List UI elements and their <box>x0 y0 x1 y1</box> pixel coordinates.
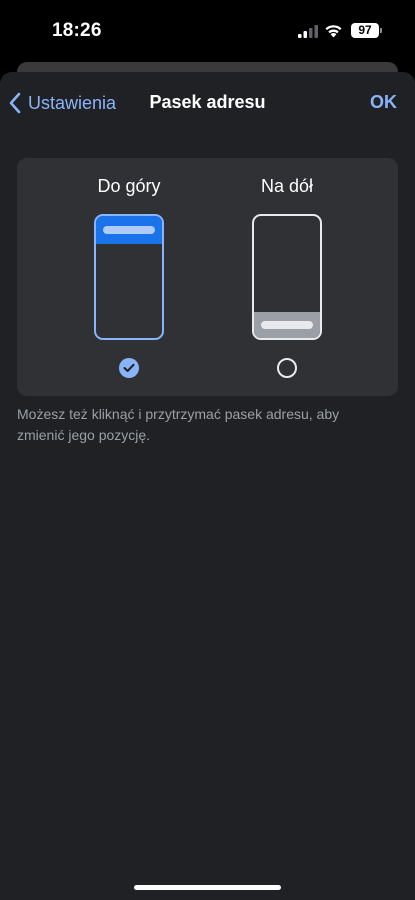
screen: 18:26 97 Ustawienia Pasek adresu OK Do g… <box>0 0 415 900</box>
phone-preview-top-icon[interactable] <box>94 214 164 340</box>
signal-icon <box>298 25 318 38</box>
chevron-left-icon <box>9 92 21 114</box>
address-bar-bottom-preview <box>254 312 320 338</box>
phone-preview-bottom-icon[interactable] <box>252 214 322 340</box>
option-bottom[interactable]: Na dół <box>207 158 367 396</box>
radio-top-selected[interactable] <box>119 358 139 378</box>
address-bar-top-preview <box>96 216 162 244</box>
address-bar-pill <box>261 321 313 329</box>
settings-sheet: Ustawienia Pasek adresu OK Do góry Na dó… <box>0 72 415 900</box>
option-top-label: Do góry <box>97 176 161 196</box>
back-button-label: Ustawienia <box>28 92 117 113</box>
wifi-icon <box>325 25 342 38</box>
option-bottom-label: Na dół <box>260 176 314 196</box>
status-bar: 18:26 97 <box>0 0 415 62</box>
ok-button[interactable]: OK <box>370 92 397 113</box>
status-time: 18:26 <box>52 20 102 41</box>
hint-text: Możesz też kliknąć i przytrzymać pasek a… <box>17 406 340 443</box>
checkmark-icon <box>123 363 135 372</box>
home-indicator[interactable] <box>134 885 281 890</box>
navigation-bar: Ustawienia Pasek adresu OK <box>0 72 415 132</box>
radio-bottom-unselected[interactable] <box>277 358 297 378</box>
battery-icon: 97 <box>351 23 382 38</box>
address-bar-position-card: Do góry Na dół <box>17 158 398 396</box>
address-bar-pill <box>103 226 155 234</box>
back-button[interactable]: Ustawienia <box>8 90 116 116</box>
option-top[interactable]: Do góry <box>49 158 209 396</box>
